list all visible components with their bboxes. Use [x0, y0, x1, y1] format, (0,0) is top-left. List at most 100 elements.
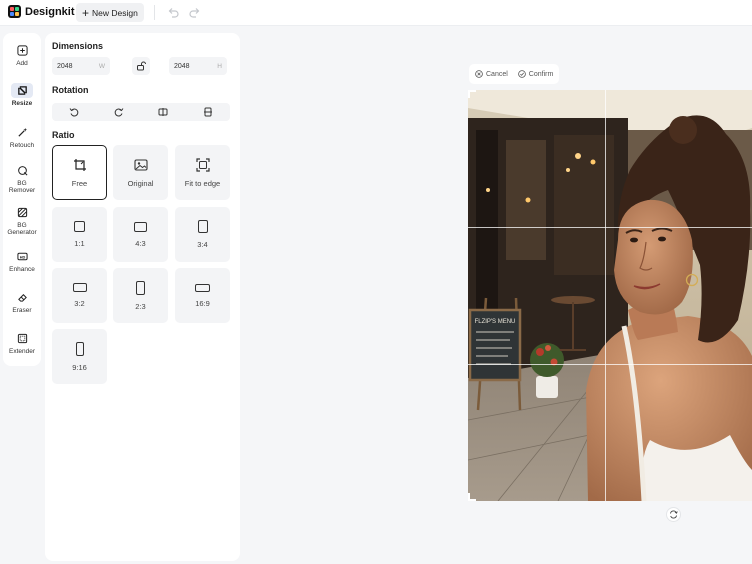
tool-label: Resize	[11, 100, 33, 107]
tool-label: Enhance	[9, 266, 35, 273]
aspect-lock-button[interactable]	[132, 57, 150, 75]
ratio-16-9[interactable]: 16:9	[175, 268, 230, 323]
ratio-title: Ratio	[52, 130, 75, 140]
tool-label: BG Remover	[8, 180, 36, 195]
cancel-label: Cancel	[486, 70, 508, 78]
ratio-free[interactable]: Free	[52, 145, 107, 200]
ratio-3-2[interactable]: 3:2	[52, 268, 107, 323]
tool-label: Add	[16, 60, 28, 67]
new-design-label: New Design	[92, 7, 138, 18]
toolbar-divider	[154, 5, 155, 20]
resize-icon	[17, 86, 27, 95]
width-unit: W	[98, 62, 105, 70]
ratio-1-1[interactable]: 1:1	[52, 207, 107, 262]
add-square-icon	[16, 45, 28, 56]
photo-illustration: FLZIP'S MENU	[468, 90, 752, 501]
ratio-label: Fit to edge	[184, 178, 221, 188]
ratio-fit-to-edge[interactable]: Fit to edge	[175, 145, 230, 200]
ratio-4-3[interactable]: 4:3	[113, 207, 168, 262]
ratio-9-16-icon	[75, 341, 84, 356]
rotate-left-icon	[69, 108, 79, 117]
resize-panel: Dimensions 2048 W 2048 H Rotation Ratio …	[45, 33, 240, 561]
tool-label: Eraser	[12, 307, 32, 314]
crop-grid-line	[468, 227, 752, 228]
rotate-handle[interactable]	[666, 507, 681, 522]
ratio-16-9-icon	[195, 283, 210, 292]
rotate-icon	[670, 510, 678, 519]
tool-add[interactable]: Add	[5, 43, 39, 67]
height-value: 2048	[174, 62, 190, 70]
rotate-left-button[interactable]	[52, 103, 97, 121]
crop-grid-line	[605, 90, 606, 501]
ratio-3-4-icon	[197, 220, 208, 233]
hd-icon: HD	[16, 252, 28, 261]
extender-icon	[17, 333, 27, 344]
redo-icon[interactable]	[188, 6, 202, 20]
tool-retouch[interactable]: Retouch	[5, 125, 39, 149]
svg-text:HD: HD	[19, 255, 25, 259]
height-unit: H	[217, 62, 222, 70]
flip-horizontal-button[interactable]	[141, 103, 186, 121]
unlock-icon	[137, 61, 146, 71]
plus-icon: +	[82, 5, 90, 20]
ratio-label: 9:16	[72, 362, 87, 372]
flip-vertical-button[interactable]	[186, 103, 231, 121]
top-bar: Designkit + New Design	[0, 0, 752, 26]
tool-label: Extender	[8, 348, 36, 355]
tool-eraser[interactable]: Eraser	[5, 290, 39, 314]
ratio-label: 16:9	[195, 298, 210, 308]
ratio-4-3-icon	[134, 221, 147, 232]
height-field[interactable]: 2048 H	[169, 57, 227, 75]
new-design-button[interactable]: + New Design	[76, 3, 144, 22]
confirm-label: Confirm	[528, 70, 554, 78]
tool-bg-remover[interactable]: BG Remover	[5, 163, 39, 195]
rotation-title: Rotation	[52, 85, 89, 95]
canvas-photo[interactable]: FLZIP'S MENU	[468, 90, 752, 501]
logo-icon	[8, 5, 21, 18]
tool-label: BG Generator	[7, 222, 37, 237]
tool-bg-generator[interactable]: BG Generator	[5, 205, 39, 237]
rotation-controls	[52, 103, 230, 121]
ratio-2-3-icon	[136, 280, 145, 295]
cancel-icon	[475, 70, 483, 78]
ratio-9-16[interactable]: 9:16	[52, 329, 107, 384]
tool-enhance[interactable]: HD Enhance	[5, 249, 39, 273]
ratio-original[interactable]: Original	[113, 145, 168, 200]
crop-grid-line	[468, 364, 752, 365]
width-field[interactable]: 2048 W	[52, 57, 110, 75]
ratio-2-3[interactable]: 2:3	[113, 268, 168, 323]
flip-vertical-icon	[203, 107, 212, 117]
bg-remover-icon	[17, 166, 27, 176]
ratio-label: Original	[127, 178, 154, 188]
dimensions-title: Dimensions	[52, 41, 104, 51]
rotate-right-icon	[114, 108, 124, 117]
undo-icon[interactable]	[166, 6, 180, 20]
magic-wand-icon	[17, 127, 27, 137]
width-value: 2048	[57, 62, 73, 70]
ratio-label: 4:3	[135, 238, 146, 248]
tool-rail: Add Resize Retouch BG Remover BG Generat…	[3, 33, 41, 366]
crop-action-bar: Cancel Confirm	[469, 64, 560, 84]
cancel-button[interactable]: Cancel	[475, 70, 508, 78]
ratio-1-1-icon	[74, 221, 85, 232]
crop-handle[interactable]	[468, 493, 476, 501]
rotate-right-button[interactable]	[97, 103, 142, 121]
ratio-label: 1:1	[74, 239, 85, 248]
ratio-label: 3:4	[197, 240, 208, 249]
image-icon	[133, 158, 148, 171]
confirm-button[interactable]: Confirm	[517, 70, 554, 78]
ratio-label: Free	[71, 178, 88, 188]
fit-edge-icon	[195, 157, 210, 172]
ratio-label: 3:2	[74, 299, 85, 308]
tool-extender[interactable]: Extender	[5, 331, 39, 355]
chalkboard-text: FLZIP'S MENU	[475, 319, 516, 325]
ratio-3-4[interactable]: 3:4	[175, 207, 230, 262]
flip-horizontal-icon	[158, 108, 168, 116]
bg-generator-icon	[17, 207, 27, 218]
crop-handle[interactable]	[468, 90, 476, 98]
free-crop-icon	[73, 158, 86, 171]
confirm-icon	[517, 70, 526, 78]
eraser-icon	[17, 294, 27, 302]
app-logo[interactable]: Designkit	[8, 5, 75, 18]
tool-resize[interactable]: Resize	[5, 83, 39, 107]
